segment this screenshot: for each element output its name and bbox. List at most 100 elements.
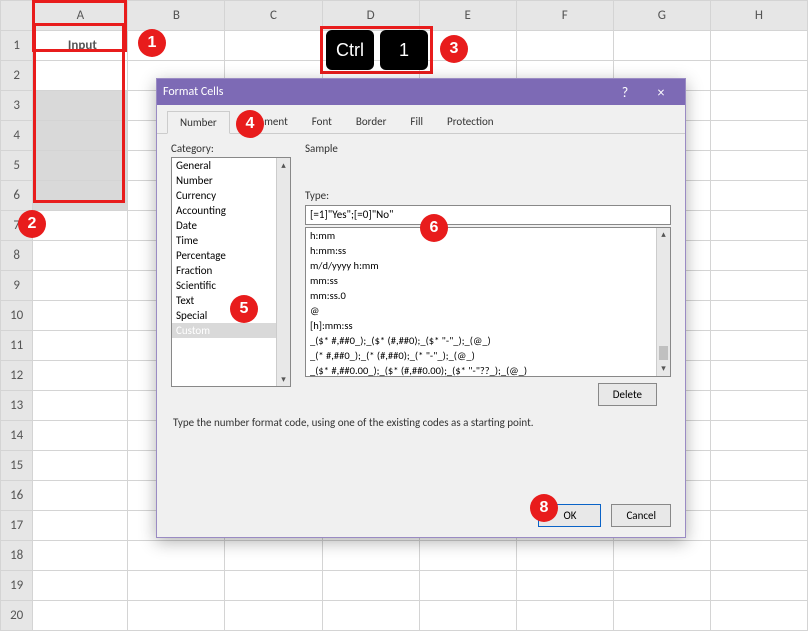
- cell[interactable]: [33, 451, 128, 481]
- cell[interactable]: [710, 211, 807, 241]
- cell[interactable]: [33, 391, 128, 421]
- row-header[interactable]: 9: [1, 271, 33, 301]
- scroll-down-icon[interactable]: ▾: [277, 372, 290, 386]
- cell[interactable]: [322, 571, 419, 601]
- category-list[interactable]: General Number Currency Accounting Date …: [171, 157, 291, 387]
- category-item-currency[interactable]: Currency: [172, 188, 290, 203]
- cell[interactable]: [710, 601, 807, 631]
- row-header[interactable]: 10: [1, 301, 33, 331]
- category-item-fraction[interactable]: Fraction: [172, 263, 290, 278]
- format-item[interactable]: _($* #,##0.00_);_($* (#,##0.00);_($* "-"…: [306, 363, 670, 377]
- cell[interactable]: [613, 541, 710, 571]
- format-list[interactable]: h:mm h:mm:ss m/d/yyyy h:mm mm:ss mm:ss.0…: [305, 227, 671, 377]
- cell[interactable]: [33, 271, 128, 301]
- category-item-accounting[interactable]: Accounting: [172, 203, 290, 218]
- cancel-button[interactable]: Cancel: [611, 504, 671, 527]
- category-item-percentage[interactable]: Percentage: [172, 248, 290, 263]
- row-header[interactable]: 6: [1, 181, 33, 211]
- col-header-e[interactable]: E: [419, 1, 516, 31]
- cell[interactable]: [710, 481, 807, 511]
- tab-protection[interactable]: Protection: [435, 111, 506, 133]
- col-header-f[interactable]: F: [516, 1, 613, 31]
- category-item-scientific[interactable]: Scientific: [172, 278, 290, 293]
- format-item[interactable]: mm:ss.0: [306, 288, 670, 303]
- help-button[interactable]: ?: [607, 79, 643, 105]
- row-header[interactable]: 18: [1, 541, 33, 571]
- dialog-titlebar[interactable]: Format Cells ? ×: [157, 79, 685, 105]
- select-all-corner[interactable]: [1, 1, 33, 31]
- cell[interactable]: [419, 541, 516, 571]
- cell[interactable]: [33, 541, 128, 571]
- tab-font[interactable]: Font: [300, 111, 344, 133]
- cell[interactable]: [710, 301, 807, 331]
- delete-button[interactable]: Delete: [598, 383, 657, 406]
- scroll-up-icon[interactable]: ▴: [657, 228, 670, 242]
- col-header-d[interactable]: D: [322, 1, 419, 31]
- cell[interactable]: [128, 601, 225, 631]
- cell[interactable]: [613, 601, 710, 631]
- cell[interactable]: [710, 361, 807, 391]
- format-item[interactable]: _(* #,##0_);_(* (#,##0);_(* "-"_);_(@_): [306, 348, 670, 363]
- cell[interactable]: [710, 91, 807, 121]
- cell[interactable]: [322, 541, 419, 571]
- cell[interactable]: [128, 541, 225, 571]
- row-header[interactable]: 4: [1, 121, 33, 151]
- row-header[interactable]: 15: [1, 451, 33, 481]
- cell[interactable]: [710, 451, 807, 481]
- row-header[interactable]: 14: [1, 421, 33, 451]
- cell-a6[interactable]: [33, 181, 128, 211]
- cell[interactable]: [419, 601, 516, 631]
- cell[interactable]: [33, 331, 128, 361]
- col-header-g[interactable]: G: [613, 1, 710, 31]
- type-input[interactable]: [305, 205, 671, 225]
- cell[interactable]: [710, 571, 807, 601]
- cell[interactable]: [419, 571, 516, 601]
- category-item-date[interactable]: Date: [172, 218, 290, 233]
- cell[interactable]: [710, 271, 807, 301]
- cell-a4[interactable]: [33, 121, 128, 151]
- cell[interactable]: [710, 31, 807, 61]
- row-header[interactable]: 13: [1, 391, 33, 421]
- format-item[interactable]: [h]:mm:ss: [306, 318, 670, 333]
- tab-border[interactable]: Border: [344, 111, 399, 133]
- cell-a2[interactable]: [33, 61, 128, 91]
- cell[interactable]: [710, 151, 807, 181]
- cell[interactable]: [516, 601, 613, 631]
- cell[interactable]: [710, 421, 807, 451]
- row-header[interactable]: 2: [1, 61, 33, 91]
- cell[interactable]: [33, 511, 128, 541]
- cell[interactable]: [33, 421, 128, 451]
- cell[interactable]: [613, 31, 710, 61]
- cell[interactable]: [710, 391, 807, 421]
- cell[interactable]: [128, 571, 225, 601]
- row-header[interactable]: 8: [1, 241, 33, 271]
- cell[interactable]: [613, 571, 710, 601]
- cell[interactable]: [710, 541, 807, 571]
- tab-fill[interactable]: Fill: [398, 111, 435, 133]
- format-item[interactable]: m/d/yyyy h:mm: [306, 258, 670, 273]
- row-header[interactable]: 12: [1, 361, 33, 391]
- category-item-time[interactable]: Time: [172, 233, 290, 248]
- col-header-a[interactable]: A: [33, 1, 128, 31]
- scroll-down-icon[interactable]: ▾: [657, 362, 670, 376]
- cell[interactable]: [710, 511, 807, 541]
- cell[interactable]: [710, 241, 807, 271]
- cell[interactable]: [33, 571, 128, 601]
- format-item[interactable]: mm:ss: [306, 273, 670, 288]
- tab-number[interactable]: Number: [167, 111, 230, 134]
- cell[interactable]: [33, 481, 128, 511]
- row-header[interactable]: 17: [1, 511, 33, 541]
- scroll-thumb[interactable]: [659, 346, 668, 360]
- row-header[interactable]: 3: [1, 91, 33, 121]
- cell[interactable]: [710, 181, 807, 211]
- cell-a1[interactable]: Input: [33, 31, 128, 61]
- row-header[interactable]: 16: [1, 481, 33, 511]
- cell[interactable]: [516, 571, 613, 601]
- row-header[interactable]: 1: [1, 31, 33, 61]
- format-item[interactable]: h:mm:ss: [306, 243, 670, 258]
- cell[interactable]: [225, 571, 322, 601]
- category-scrollbar[interactable]: ▴ ▾: [276, 158, 290, 386]
- cell-a3[interactable]: [33, 91, 128, 121]
- scroll-up-icon[interactable]: ▴: [277, 158, 290, 172]
- close-button[interactable]: ×: [643, 79, 679, 105]
